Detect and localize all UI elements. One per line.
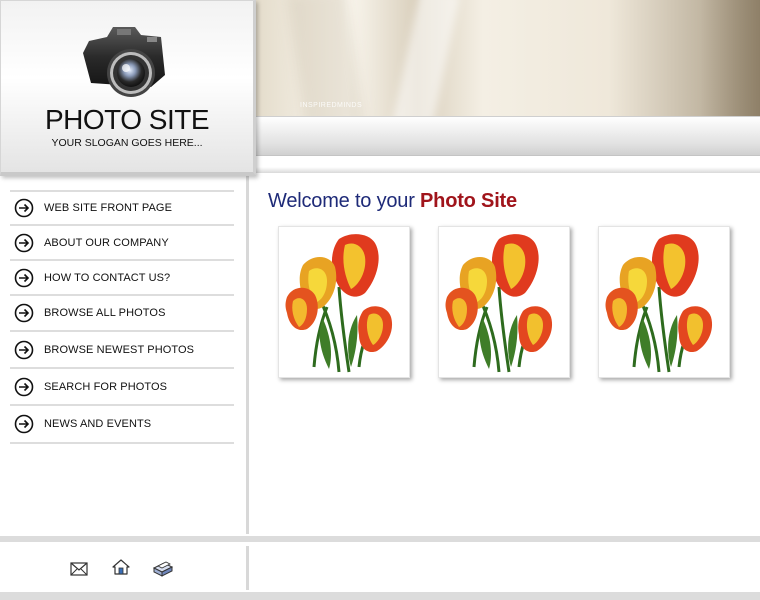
nav-item-label: BROWSE ALL PHOTOS xyxy=(44,307,166,319)
nav-item-search[interactable]: SEARCH FOR PHOTOS xyxy=(10,369,234,406)
footer-top-bar xyxy=(0,536,760,542)
banner-caption: INSPIREDMINDS xyxy=(300,102,363,109)
arrow-circle-icon xyxy=(14,198,34,218)
nav-item-label: SEARCH FOR PHOTOS xyxy=(44,380,168,393)
nav-item-label: ABOUT OUR COMPANY xyxy=(44,236,169,249)
camera-logo-icon xyxy=(83,27,165,97)
welcome-accent: Photo Site xyxy=(420,190,517,212)
footer-divider xyxy=(246,546,249,590)
nav-item-contact[interactable]: HOW TO CONTACT US? xyxy=(10,261,234,296)
site-title: PHOTO SITE xyxy=(44,104,210,135)
arrow-circle-icon xyxy=(14,268,34,287)
nav-item-label: WEB SITE FRONT PAGE xyxy=(44,202,173,214)
nav-item-news[interactable]: NEWS AND EVENTS xyxy=(10,406,234,444)
photo-thumbnail-1[interactable] xyxy=(278,226,410,378)
nav-item-label: NEWS AND EVENTS xyxy=(44,418,152,430)
tulips-image xyxy=(445,234,553,373)
nav-item-label: BROWSE NEWEST PHOTOS xyxy=(44,343,195,356)
print-icon[interactable] xyxy=(152,559,174,577)
photo-thumbnail-2[interactable] xyxy=(438,226,570,378)
nav-item-about[interactable]: ABOUT OUR COMPANY xyxy=(10,226,234,261)
photo-thumbnail-3[interactable] xyxy=(598,226,730,378)
arrow-circle-icon xyxy=(14,414,34,434)
nav-item-browse-newest[interactable]: BROWSE NEWEST PHOTOS xyxy=(10,332,234,369)
footer-bottom-bar xyxy=(0,592,760,600)
site-slogan: YOUR SLOGAN GOES HERE... xyxy=(51,137,203,149)
arrow-circle-icon xyxy=(14,377,34,396)
header-banner-image: INSPIREDMINDS xyxy=(256,0,760,116)
nav-item-label: HOW TO CONTACT US? xyxy=(44,271,171,284)
sidebar-divider xyxy=(246,176,249,534)
arrow-circle-icon xyxy=(14,303,34,323)
tulips-image xyxy=(285,234,393,373)
tulips-image xyxy=(605,234,713,373)
logo-box: PHOTO SITE YOUR SLOGAN GOES HERE... xyxy=(0,0,256,176)
home-icon[interactable] xyxy=(112,558,130,576)
mail-icon[interactable] xyxy=(70,562,88,576)
nav-item-browse-all[interactable]: BROWSE ALL PHOTOS xyxy=(10,296,234,332)
nav-item-front-page[interactable]: WEB SITE FRONT PAGE xyxy=(10,192,234,226)
header-silver-bar xyxy=(256,116,760,156)
welcome-heading: Welcome to your Photo Site xyxy=(268,190,517,213)
header-rule xyxy=(256,167,760,173)
welcome-prefix: Welcome to your xyxy=(268,190,421,212)
arrow-circle-icon xyxy=(14,233,34,252)
sidebar-nav: WEB SITE FRONT PAGE ABOUT OUR COMPANY HO… xyxy=(10,190,234,444)
arrow-circle-icon xyxy=(14,340,34,359)
